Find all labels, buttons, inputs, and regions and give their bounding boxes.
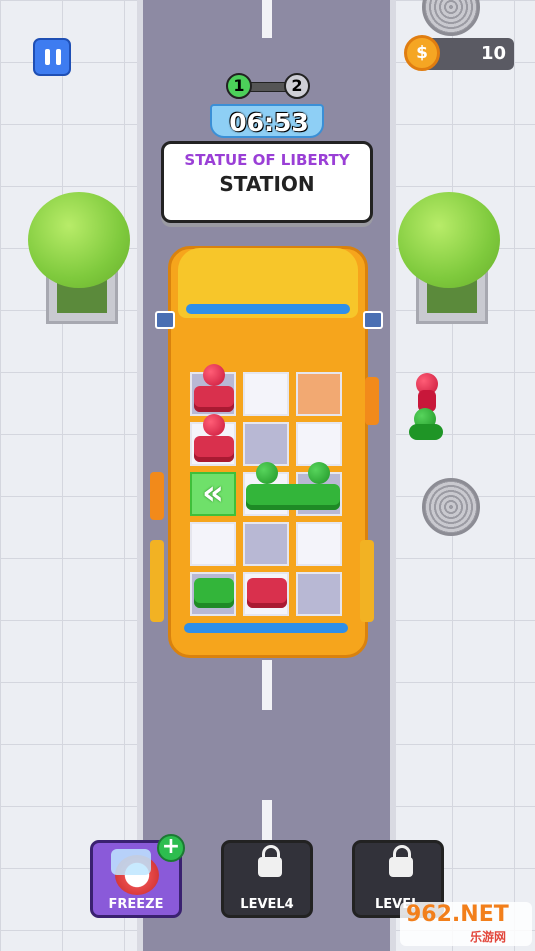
bus-side-door — [150, 540, 164, 622]
seat-grid: « — [188, 364, 348, 620]
bus-rear-stripe — [184, 623, 348, 633]
manhole-cover — [422, 478, 480, 536]
station-sign: STATUE OF LIBERTY STATION — [161, 141, 373, 223]
pause-icon-bar — [56, 49, 61, 65]
coin-count: 10 — [480, 43, 506, 64]
watermark-domain: 962.NET — [406, 902, 509, 927]
seat-cell[interactable] — [296, 522, 342, 566]
watermark-subtitle: 乐游网 — [470, 930, 507, 944]
seat-cell[interactable] — [243, 522, 289, 566]
timer: 06:53 — [229, 108, 309, 137]
unlock-level-label: LEVEL4 — [240, 897, 294, 912]
seat-cell[interactable] — [190, 522, 236, 566]
bus-front-stripe — [186, 304, 350, 314]
add-freeze-plus-icon[interactable]: + — [157, 834, 185, 862]
bus-side-door — [365, 377, 379, 425]
seat-cell[interactable] — [243, 422, 289, 466]
freeze-label: FREEZE — [108, 897, 164, 912]
red-passenger — [203, 364, 225, 386]
lock-icon — [258, 845, 282, 877]
seat-cell[interactable] — [296, 422, 342, 466]
tree-left — [28, 192, 130, 288]
lane-marking — [262, 660, 272, 710]
lock-icon — [389, 845, 413, 877]
coin-icon: $ — [404, 35, 440, 71]
lane-marking — [262, 800, 272, 842]
ice-cube-icon — [111, 849, 151, 875]
tree-right — [398, 192, 500, 288]
level-progress: 1 2 — [226, 73, 312, 99]
red-seat-empty[interactable] — [247, 578, 287, 608]
seat-cell[interactable] — [243, 372, 289, 416]
pause-button[interactable] — [33, 38, 71, 76]
waiting-passenger-green-body — [409, 424, 443, 440]
green-passenger — [308, 462, 330, 484]
red-passenger — [203, 414, 225, 436]
level-step-next: 2 — [284, 73, 310, 99]
red-seat-occupied[interactable] — [194, 386, 234, 412]
bus-side-door — [150, 472, 164, 520]
red-seat-occupied[interactable] — [194, 436, 234, 462]
left-sidewalk — [0, 0, 143, 951]
pause-icon-bar — [45, 49, 50, 65]
green-seat-empty[interactable] — [194, 578, 234, 608]
right-sidewalk — [390, 0, 535, 951]
locked-powerup-level4[interactable]: LEVEL4 — [221, 840, 313, 918]
seat-cell[interactable] — [296, 372, 342, 416]
bus-headlight — [363, 311, 383, 329]
level-step-current: 1 — [226, 73, 252, 99]
station-name: STATUE OF LIBERTY — [184, 151, 350, 169]
bus-side-door — [360, 540, 374, 622]
bus-headlight — [155, 311, 175, 329]
seat-cell[interactable] — [296, 572, 342, 616]
right-curb — [390, 0, 396, 951]
green-double-seat-occupied[interactable] — [246, 484, 340, 510]
lane-marking — [262, 0, 272, 38]
move-left-arrow-cell[interactable]: « — [190, 472, 236, 516]
green-passenger — [256, 462, 278, 484]
station-label: STATION — [219, 172, 315, 196]
left-curb — [137, 0, 143, 951]
timer-frame: 06:53 — [210, 104, 324, 138]
watermark: 962.NET 乐游网 — [400, 902, 532, 946]
